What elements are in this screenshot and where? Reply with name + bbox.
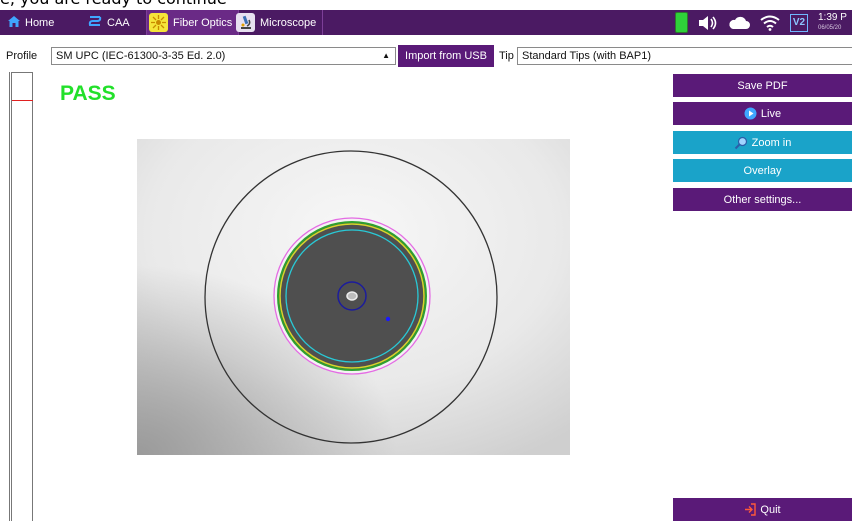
tip-select[interactable]: Standard Tips (with BAP1) <box>517 47 852 65</box>
tab-microscope[interactable]: Microscope <box>234 10 324 35</box>
scale-marker <box>12 100 33 101</box>
profile-select[interactable]: SM UPC (IEC-61300-3-35 Ed. 2.0) ▲ <box>51 47 396 65</box>
left-scale-panel[interactable] <box>11 72 33 521</box>
fiber-endface-image <box>137 139 570 455</box>
profile-select-value: SM UPC (IEC-61300-3-35 Ed. 2.0) <box>56 50 226 62</box>
top-navigation-bar: Home CAA Fiber Optics Microscope V2 1:39 <box>0 10 852 35</box>
volume-icon[interactable] <box>698 15 718 31</box>
live-button[interactable]: Live <box>673 102 852 125</box>
left-divider <box>9 72 10 521</box>
v2-badge: V2 <box>790 13 808 32</box>
home-icon <box>8 15 20 30</box>
result-status: PASS <box>60 82 116 105</box>
tab-microscope-label: Microscope <box>260 16 317 29</box>
live-label: Live <box>760 107 782 120</box>
profile-bar: Profile SM UPC (IEC-61300-3-35 Ed. 2.0) … <box>0 44 852 68</box>
profile-label: Profile <box>6 50 38 62</box>
tab-fiber-optics-label: Fiber Optics <box>173 16 233 29</box>
cloud-icon[interactable] <box>728 16 750 30</box>
tab-fiber-optics[interactable]: Fiber Optics <box>146 10 240 35</box>
tab-caa[interactable]: CAA <box>88 10 130 35</box>
select-arrows-icon: ▲ <box>382 51 390 60</box>
tab-caa-label: CAA <box>107 16 130 29</box>
battery-icon <box>675 12 688 33</box>
exit-icon <box>744 503 757 516</box>
wifi-icon[interactable] <box>760 15 780 31</box>
status-area: V2 1:39 P 06/05/20 <box>675 10 852 35</box>
zoom-in-button[interactable]: Zoom in <box>673 131 852 154</box>
quit-button[interactable]: Quit <box>673 498 852 521</box>
clock: 1:39 P 06/05/20 <box>818 13 852 33</box>
save-pdf-button[interactable]: Save PDF <box>673 74 852 97</box>
clock-time: 1:39 P <box>818 12 847 23</box>
tip-select-value: Standard Tips (with BAP1) <box>522 50 652 62</box>
play-icon <box>744 107 757 120</box>
fiber-optics-icon <box>149 13 168 32</box>
microscope-icon <box>236 13 255 32</box>
quit-label: Quit <box>760 503 781 516</box>
zoom-in-label: Zoom in <box>751 136 792 149</box>
magnifier-icon <box>734 136 748 150</box>
background-window-text: e, you are ready to continue <box>0 0 852 10</box>
overlay-button[interactable]: Overlay <box>673 159 852 182</box>
other-settings-button[interactable]: Other settings... <box>673 188 852 211</box>
import-from-usb-button[interactable]: Import from USB <box>398 45 494 67</box>
tab-home-label: Home <box>25 16 55 29</box>
tip-label: Tip <box>499 50 514 62</box>
caa-icon <box>88 15 102 30</box>
tab-home[interactable]: Home <box>8 10 54 35</box>
clock-date: 06/05/20 <box>818 24 842 31</box>
